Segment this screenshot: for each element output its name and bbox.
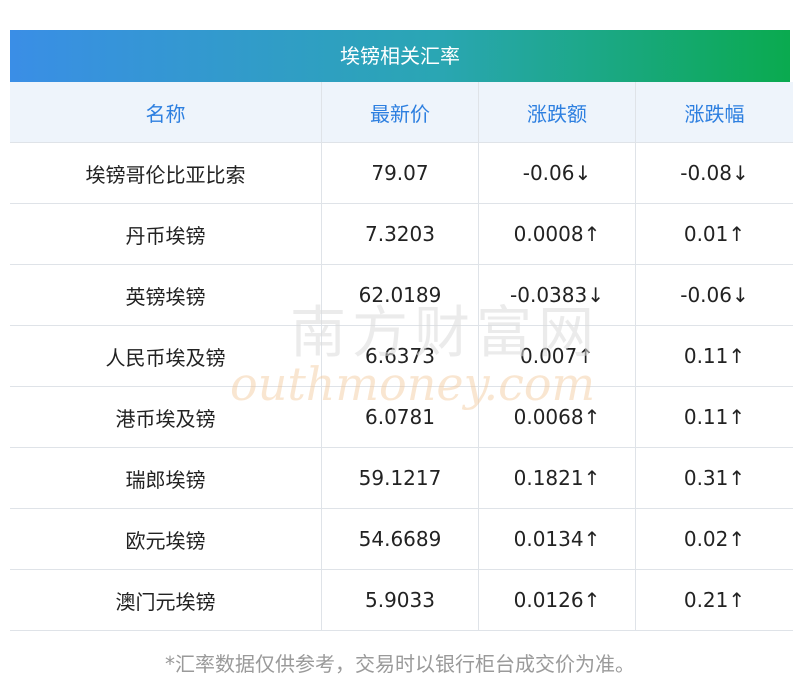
rate-change: 0.0134↑	[478, 508, 636, 570]
rate-name: 丹币埃镑	[10, 203, 322, 265]
rate-change-pct: 0.11↑	[635, 386, 793, 448]
rate-change: 0.0068↑	[478, 386, 636, 448]
rate-change: -0.0383↓	[478, 264, 636, 326]
rate-change: 0.0126↑	[478, 569, 636, 631]
rate-name: 欧元埃镑	[10, 508, 322, 570]
rate-name: 埃镑哥伦比亚比索	[10, 142, 322, 204]
rate-change-pct: -0.06↓	[635, 264, 793, 326]
footnote: *汇率数据仅供参考，交易时以银行柜台成交价为准。	[165, 652, 635, 676]
rate-price: 5.9033	[321, 569, 479, 631]
rate-change: 0.0008↑	[478, 203, 636, 265]
rate-name: 港币埃及镑	[10, 386, 322, 448]
rate-name: 瑞郎埃镑	[10, 447, 322, 509]
rate-name: 澳门元埃镑	[10, 569, 322, 631]
table-row: 埃镑哥伦比亚比索 79.07 -0.06↓ -0.08↓	[10, 142, 793, 204]
table-row: 港币埃及镑 6.0781 0.0068↑ 0.11↑	[10, 386, 793, 448]
table-row: 瑞郎埃镑 59.1217 0.1821↑ 0.31↑	[10, 447, 793, 509]
rate-price: 6.6373	[321, 325, 479, 387]
header-price: 最新价	[321, 82, 479, 143]
rate-change: -0.06↓	[478, 142, 636, 204]
rate-change: 0.1821↑	[478, 447, 636, 509]
rate-price: 79.07	[321, 142, 479, 204]
rate-change-pct: -0.08↓	[635, 142, 793, 204]
rates-table: 名称 最新价 涨跌额 涨跌幅 埃镑哥伦比亚比索 79.07 -0.06↓ -0.08↓…	[10, 82, 793, 631]
header-change: 涨跌额	[478, 82, 636, 143]
rate-price: 62.0189	[321, 264, 479, 326]
table-row: 欧元埃镑 54.6689 0.0134↑ 0.02↑	[10, 508, 793, 570]
rate-change-pct: 0.21↑	[635, 569, 793, 631]
rate-name: 人民币埃及镑	[10, 325, 322, 387]
rate-change-pct: 0.01↑	[635, 203, 793, 265]
rate-change: 0.007↑	[478, 325, 636, 387]
table-header-row: 名称 最新价 涨跌额 涨跌幅	[10, 82, 793, 143]
table-row: 英镑埃镑 62.0189 -0.0383↓ -0.06↓	[10, 264, 793, 326]
rate-change-pct: 0.02↑	[635, 508, 793, 570]
header-change-pct: 涨跌幅	[635, 82, 793, 143]
rate-price: 6.0781	[321, 386, 479, 448]
panel-title: 埃镑相关汇率	[10, 30, 790, 82]
table-row: 人民币埃及镑 6.6373 0.007↑ 0.11↑	[10, 325, 793, 387]
rate-name: 英镑埃镑	[10, 264, 322, 326]
rate-change-pct: 0.11↑	[635, 325, 793, 387]
table-row: 澳门元埃镑 5.9033 0.0126↑ 0.21↑	[10, 569, 793, 631]
header-name: 名称	[10, 82, 322, 143]
rate-price: 7.3203	[321, 203, 479, 265]
table-row: 丹币埃镑 7.3203 0.0008↑ 0.01↑	[10, 203, 793, 265]
rate-price: 59.1217	[321, 447, 479, 509]
rate-panel: 埃镑相关汇率 名称 最新价 涨跌额 涨跌幅 埃镑哥伦比亚比索 79.07 -0.06…	[0, 0, 800, 697]
rate-change-pct: 0.31↑	[635, 447, 793, 509]
rate-price: 54.6689	[321, 508, 479, 570]
